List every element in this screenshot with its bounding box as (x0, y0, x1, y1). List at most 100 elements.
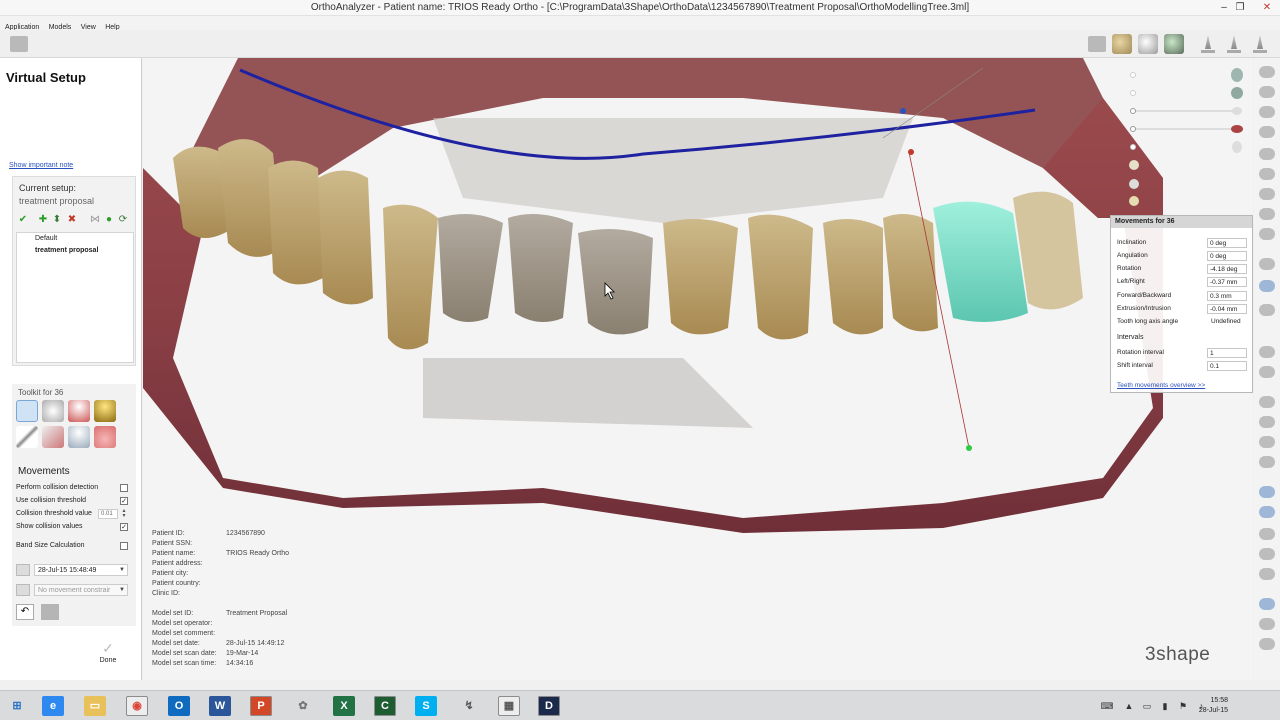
windows-start-icon[interactable]: ⊞ (6, 696, 28, 716)
search-icon[interactable] (1259, 188, 1275, 200)
slider-handle-1[interactable] (1130, 108, 1136, 114)
tooth-select-icon[interactable] (1259, 148, 1275, 160)
crop-icon[interactable] (1259, 416, 1275, 428)
lower-jaw-icon[interactable] (1231, 87, 1243, 99)
tooth-view-3-icon[interactable] (1252, 35, 1268, 53)
toolbar-grey-button[interactable] (10, 36, 28, 52)
setup-item-default[interactable]: Default (17, 233, 133, 245)
root-tool-icon[interactable] (68, 426, 90, 448)
tooth-library-icon[interactable] (1259, 258, 1275, 270)
gum-visibility-icon[interactable] (1231, 125, 1243, 133)
copy-icon[interactable]: ⬍ (51, 214, 63, 226)
upper-view-icon[interactable] (1259, 106, 1275, 118)
zoom-view-icon[interactable] (1164, 34, 1184, 54)
tooth-11[interactable] (508, 214, 573, 322)
use-collision-threshold-checkbox[interactable]: ✓ (120, 497, 128, 505)
tooth-25[interactable] (883, 214, 938, 332)
slider-dot-1[interactable] (1130, 72, 1136, 78)
model-view-icon[interactable] (1259, 486, 1275, 498)
constraint-icon[interactable] (16, 584, 30, 596)
measure-tool-icon[interactable] (42, 426, 64, 448)
dental-model-render[interactable] (143, 58, 1253, 680)
tooth-21[interactable] (578, 229, 653, 335)
tooth-12[interactable] (438, 214, 503, 322)
slider-dot-2[interactable] (1130, 90, 1136, 96)
setup-item-treatment-proposal[interactable]: treatment proposal (17, 245, 133, 257)
movement-constraint-select[interactable]: No movement constrair ▼ (34, 584, 128, 596)
refresh-icon[interactable] (1259, 228, 1275, 240)
tooth-view-icon[interactable] (1259, 506, 1275, 518)
ortho-analyzer-taskbar-icon[interactable]: ▦ (498, 696, 520, 716)
word-icon[interactable]: W (209, 696, 231, 716)
crown-visibility-icon[interactable] (1232, 141, 1242, 153)
bracket-icon[interactable] (1259, 396, 1275, 408)
pen-tool-icon[interactable] (16, 426, 38, 448)
play-icon[interactable]: ● (103, 214, 115, 226)
crown-tool-icon[interactable] (94, 400, 116, 422)
undo-button[interactable]: ↶ (16, 604, 34, 620)
internet-explorer-icon[interactable]: e (42, 696, 64, 716)
jaw-view-icon[interactable] (1232, 107, 1242, 115)
tooth-36-selected[interactable] (933, 201, 1028, 322)
move-tooth-tool-icon[interactable] (16, 400, 38, 422)
tooth-23[interactable] (748, 214, 813, 340)
move-icon[interactable] (1259, 618, 1275, 630)
date-select[interactable]: 28-Jul-15 15:48:49 ▼ (34, 564, 128, 576)
toolbar-view-button[interactable] (1088, 36, 1106, 52)
angulation-input[interactable]: 0 deg (1207, 251, 1247, 261)
done-button[interactable]: ✓ Done (96, 640, 120, 664)
tree-icon[interactable] (1259, 366, 1275, 378)
axis-handle-red[interactable] (908, 149, 914, 155)
jaw-icon[interactable] (1259, 436, 1275, 448)
align-icon[interactable] (1259, 638, 1275, 650)
tooth-root-icon[interactable] (1259, 304, 1275, 316)
shield-icon[interactable] (1259, 568, 1275, 580)
skype-icon[interactable]: S (415, 696, 437, 716)
tooth-info-icon[interactable] (1259, 168, 1275, 180)
inclination-input[interactable]: 0 deg (1207, 238, 1247, 248)
shift-interval-input[interactable]: 0.1 (1207, 361, 1247, 371)
tooth-24[interactable] (823, 219, 883, 335)
folder-icon[interactable] (1259, 346, 1275, 358)
show-collision-values-checkbox[interactable]: ✓ (120, 523, 128, 531)
tooth-14[interactable] (318, 170, 373, 305)
grid-icon[interactable] (1259, 456, 1275, 468)
pan-hand-icon[interactable] (1112, 34, 1132, 54)
copy-model-icon[interactable] (1259, 528, 1275, 540)
lower-view-icon[interactable] (1259, 126, 1275, 138)
tooth-shape-tool-icon[interactable] (68, 400, 90, 422)
left-right-input[interactable]: -0.37 mm (1207, 277, 1247, 287)
add-icon[interactable]: ✚ (37, 214, 49, 226)
tray-chevron-icon[interactable]: ▲ (1122, 701, 1136, 711)
clock[interactable]: 15:58 28-Jul-15 (1199, 696, 1228, 716)
close-button[interactable]: ✕ (1259, 1, 1275, 14)
network-icon[interactable]: ▮ (1158, 701, 1172, 711)
slider-dot-3[interactable] (1130, 144, 1136, 150)
delete-icon[interactable]: ✖ (66, 214, 78, 226)
powerpoint-icon[interactable]: P (250, 696, 272, 716)
rotation-input[interactable]: -4.18 deg (1207, 264, 1247, 274)
check-icon[interactable]: ✔ (17, 214, 29, 226)
forward-backward-input[interactable]: 0.3 mm (1207, 291, 1247, 301)
show-important-note-link[interactable]: Show important note (9, 162, 73, 169)
rotate-view-icon[interactable] (1138, 34, 1158, 54)
axis-handle-blue[interactable] (900, 108, 906, 114)
redo-button[interactable] (41, 604, 59, 620)
layers-icon[interactable] (1259, 548, 1275, 560)
excel-icon[interactable]: X (333, 696, 355, 716)
slider-handle-2[interactable] (1130, 126, 1136, 132)
upper-jaw-icon[interactable] (1231, 68, 1243, 82)
3d-viewport[interactable]: Patient ID: 1234567890 Patient SSN: Pati… (143, 58, 1253, 680)
keyboard-icon[interactable]: ⌨ (1100, 701, 1114, 711)
restore-button[interactable]: ❐ (1232, 1, 1248, 14)
tooth-view-1-icon[interactable] (1200, 35, 1216, 53)
perform-collision-checkbox[interactable] (120, 484, 128, 492)
chrome-icon[interactable]: ◉ (126, 696, 148, 716)
scanner-icon[interactable]: ↯ (458, 696, 480, 716)
tooth-13[interactable] (383, 204, 438, 350)
tooth-visibility-icon-3[interactable] (1129, 196, 1139, 206)
occlusion-view-icon[interactable] (1259, 66, 1275, 78)
tooth-app-icon[interactable]: ✿ (292, 696, 314, 716)
export-icon[interactable]: ⟳ (117, 214, 129, 226)
tooth-15[interactable] (268, 160, 323, 285)
